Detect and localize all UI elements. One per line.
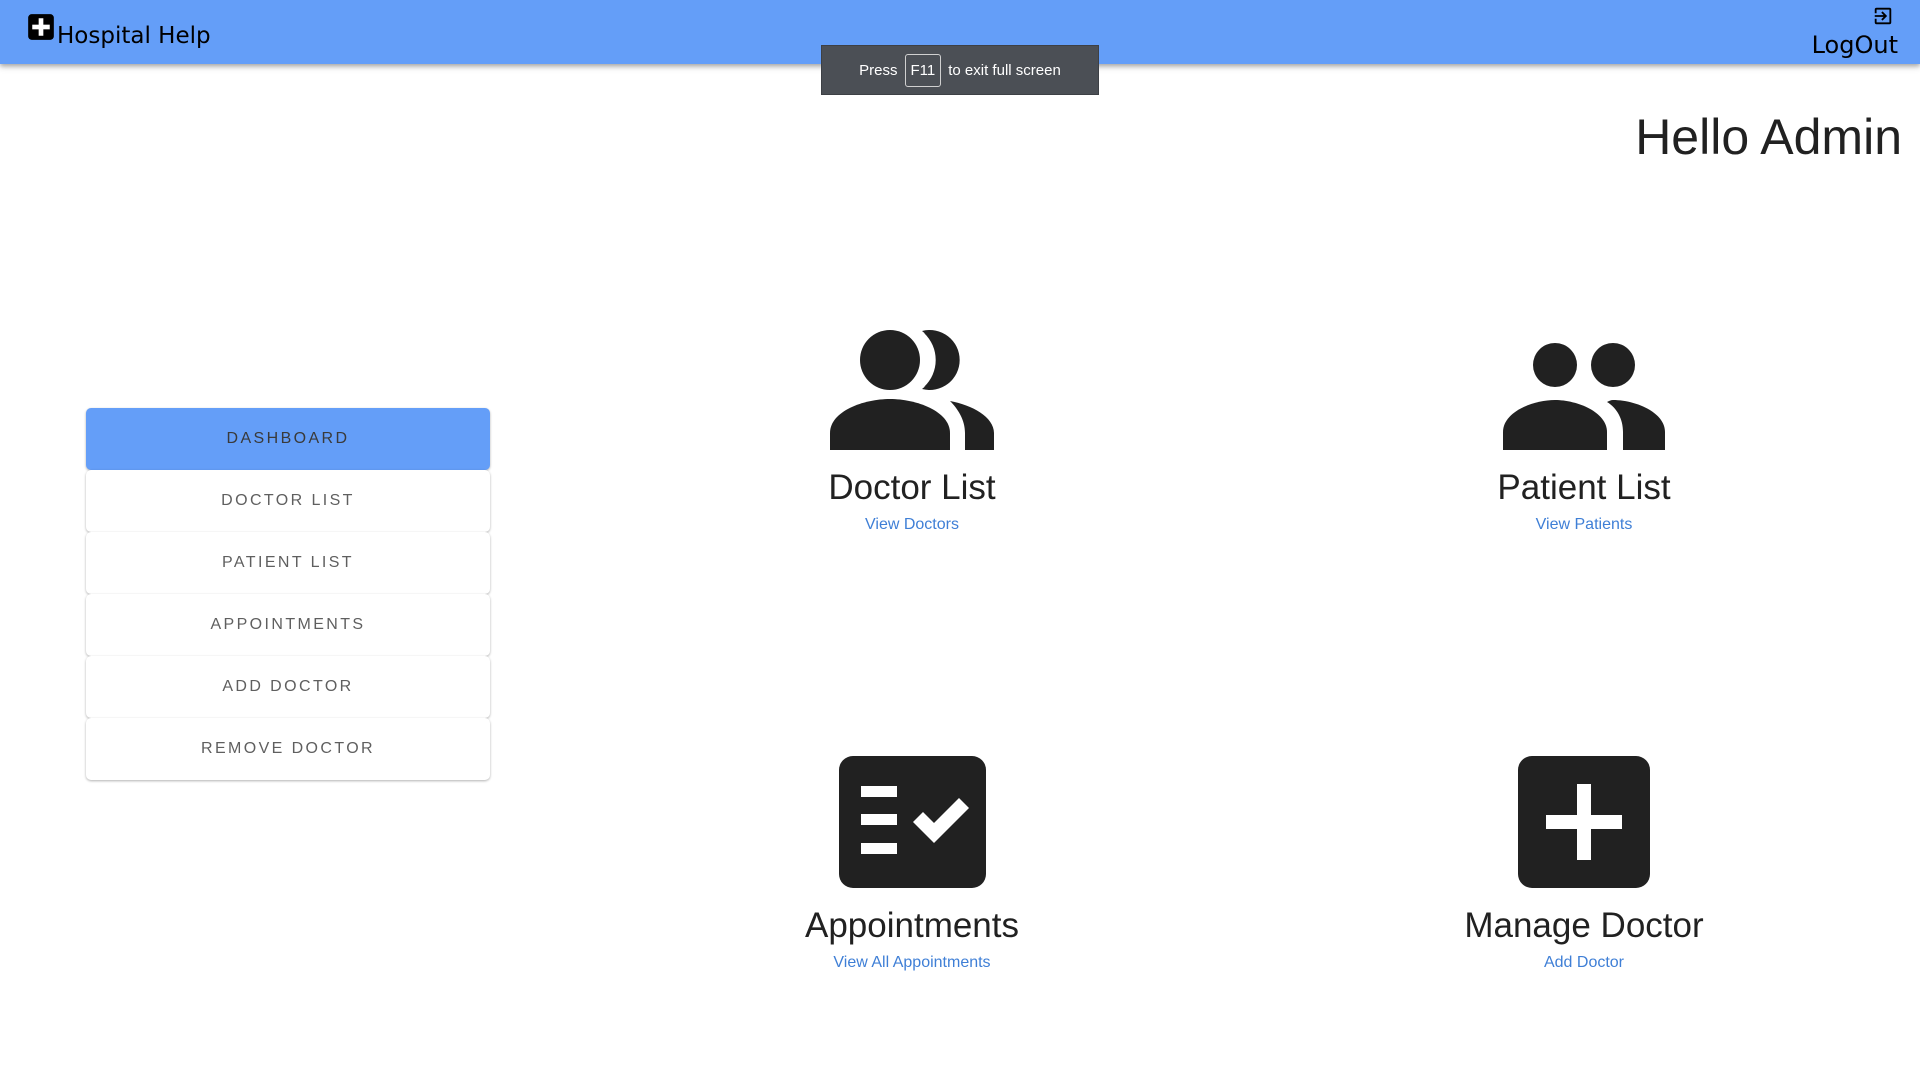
appointments-title: Appointments: [804, 906, 1020, 945]
people-group-icon: [1503, 343, 1665, 450]
manage-doctor-title: Manage Doctor: [1464, 906, 1704, 945]
brand[interactable]: Hospital Help: [27, 13, 211, 53]
appointments-card: Appointments View All Appointments: [702, 728, 1122, 972]
manage-doctor-card: Manage Doctor Add Doctor: [1374, 728, 1794, 972]
sidebar-item-dashboard[interactable]: DASHBOARD: [86, 408, 490, 470]
sidebar-item-appointments[interactable]: APPOINTMENTS: [86, 594, 490, 656]
doctor-list-title: Doctor List: [828, 468, 996, 507]
fullscreen-key-badge: F11: [904, 53, 942, 87]
add-doctor-link[interactable]: Add Doctor: [1544, 954, 1624, 972]
app-title: Hospital Help: [57, 23, 211, 49]
logout-button[interactable]: LogOut: [1812, 5, 1898, 59]
patient-list-title: Patient List: [1497, 468, 1671, 507]
medical-cross-icon: [28, 14, 54, 40]
logout-icon: [1874, 7, 1892, 25]
logout-label: LogOut: [1811, 31, 1898, 59]
greeting-heading: Hello Admin: [1635, 109, 1902, 165]
sidebar-item-remove-doctor[interactable]: REMOVE DOCTOR: [86, 718, 490, 780]
view-all-appointments-link[interactable]: View All Appointments: [833, 954, 990, 972]
view-doctors-link[interactable]: View Doctors: [865, 516, 959, 534]
sidebar-item-doctor-list[interactable]: DOCTOR LIST: [86, 470, 490, 532]
sidebar-item-patient-list[interactable]: PATIENT LIST: [86, 532, 490, 594]
patient-list-card: Patient List View Patients: [1374, 290, 1794, 534]
view-patients-link[interactable]: View Patients: [1536, 516, 1633, 534]
fullscreen-notice-prefix: Press: [859, 61, 898, 79]
fullscreen-notice-suffix: to exit full screen: [948, 61, 1061, 79]
doctor-list-card: Doctor List View Doctors: [702, 290, 1122, 534]
sidebar-nav: DASHBOARD DOCTOR LIST PATIENT LIST APPOI…: [86, 408, 490, 780]
supervisor-group-icon: [830, 330, 994, 450]
sidebar-item-add-doctor[interactable]: ADD DOCTOR: [86, 656, 490, 718]
add-box-icon: [1518, 756, 1650, 888]
checklist-icon: [838, 756, 986, 888]
fullscreen-notice: Press F11 to exit full screen: [821, 45, 1099, 95]
